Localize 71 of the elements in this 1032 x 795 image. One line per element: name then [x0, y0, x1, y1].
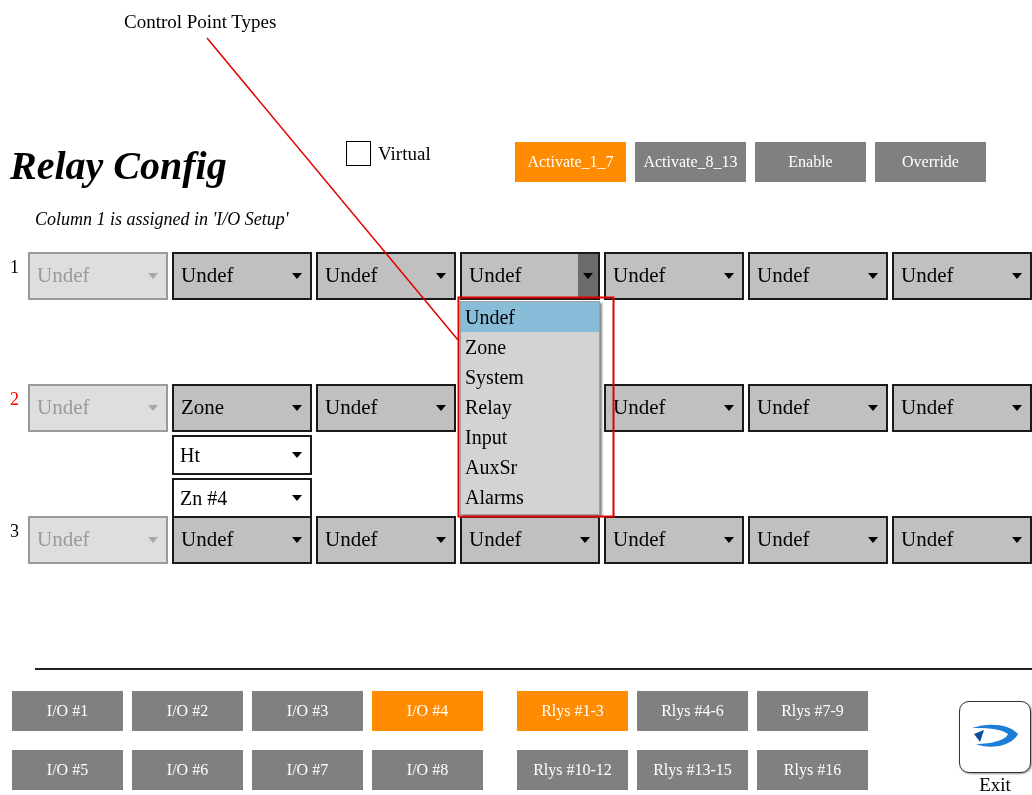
- dropdown-option[interactable]: Zone: [461, 332, 599, 362]
- note-text: Column 1 is assigned in 'I/O Setup': [35, 208, 290, 231]
- type-dropdown[interactable]: Undef: [316, 384, 456, 432]
- dropdown-option[interactable]: System: [461, 362, 599, 392]
- dropdown-option[interactable]: Alarms: [461, 482, 599, 512]
- annotation-label: Control Point Types: [124, 10, 277, 34]
- caret-icon: [1012, 537, 1022, 543]
- type-dropdown[interactable]: Undef: [316, 252, 456, 300]
- caret-icon: [868, 537, 878, 543]
- type-dropdown[interactable]: Undef: [604, 384, 744, 432]
- type-dropdown[interactable]: Zone: [172, 384, 312, 432]
- caret-icon: [148, 405, 158, 411]
- caret-icon: [868, 273, 878, 279]
- type-dropdown[interactable]: Undef: [460, 252, 600, 300]
- type-dropdown[interactable]: Undef: [892, 252, 1032, 300]
- tab-button[interactable]: Rlys #7-9: [757, 691, 868, 731]
- caret-icon: [292, 405, 302, 411]
- dropdown-option[interactable]: AuxSr: [461, 452, 599, 482]
- caret-icon: [580, 537, 590, 543]
- type-dropdown[interactable]: Undef: [172, 252, 312, 300]
- dropdown-option[interactable]: Relay: [461, 392, 599, 422]
- caret-icon: [292, 273, 302, 279]
- caret-icon: [148, 537, 158, 543]
- caret-icon: [436, 273, 446, 279]
- row-number: 2: [10, 389, 19, 409]
- tab-button[interactable]: I/O #3: [252, 691, 363, 731]
- caret-icon: [148, 273, 158, 279]
- row-number: 3: [10, 521, 19, 541]
- caret-icon: [436, 537, 446, 543]
- caret-icon: [292, 495, 302, 501]
- caret-icon: [868, 405, 878, 411]
- tab-button[interactable]: Rlys #13-15: [637, 750, 748, 790]
- type-dropdown[interactable]: Undef: [748, 516, 888, 564]
- tab-button[interactable]: I/O #1: [12, 691, 123, 731]
- row-number: 1: [10, 257, 19, 277]
- tab-button[interactable]: Rlys #4-6: [637, 691, 748, 731]
- page-title: Relay Config: [10, 142, 228, 190]
- type-dropdown[interactable]: Undef: [892, 384, 1032, 432]
- caret-icon: [724, 405, 734, 411]
- virtual-checkbox[interactable]: [346, 141, 371, 166]
- tab-button[interactable]: Override: [875, 142, 986, 182]
- tab-button[interactable]: I/O #5: [12, 750, 123, 790]
- type-dropdown[interactable]: Undef: [460, 516, 600, 564]
- type-dropdown[interactable]: Undef: [316, 516, 456, 564]
- tab-button[interactable]: Enable: [755, 142, 866, 182]
- type-dropdown[interactable]: Undef: [748, 384, 888, 432]
- tab-button[interactable]: Activate_8_13: [635, 142, 746, 182]
- checkbox-label: Virtual: [378, 142, 431, 166]
- sub-dropdown[interactable]: Ht: [172, 435, 312, 475]
- tab-button[interactable]: I/O #2: [132, 691, 243, 731]
- caret-icon: [724, 537, 734, 543]
- type-dropdown[interactable]: Undef: [748, 252, 888, 300]
- tab-button[interactable]: I/O #8: [372, 750, 483, 790]
- type-dropdown[interactable]: Undef: [604, 516, 744, 564]
- dropdown-option[interactable]: Input: [461, 422, 599, 452]
- dropdown-option[interactable]: Undef: [461, 302, 599, 332]
- type-dropdown[interactable]: Undef: [172, 516, 312, 564]
- tab-button[interactable]: I/O #6: [132, 750, 243, 790]
- caret-icon: [724, 273, 734, 279]
- caret-icon: [292, 537, 302, 543]
- caret-icon: [292, 452, 302, 458]
- caret-icon: [583, 273, 593, 279]
- caret-icon: [436, 405, 446, 411]
- type-dropdown[interactable]: Undef: [604, 252, 744, 300]
- sub-dropdown[interactable]: Zn #4: [172, 478, 312, 518]
- tab-button[interactable]: Rlys #10-12: [517, 750, 628, 790]
- type-dropdown[interactable]: Undef: [892, 516, 1032, 564]
- caret-icon: [1012, 405, 1022, 411]
- tab-button[interactable]: Rlys #16: [757, 750, 868, 790]
- tab-button[interactable]: I/O #7: [252, 750, 363, 790]
- caret-icon: [1012, 273, 1022, 279]
